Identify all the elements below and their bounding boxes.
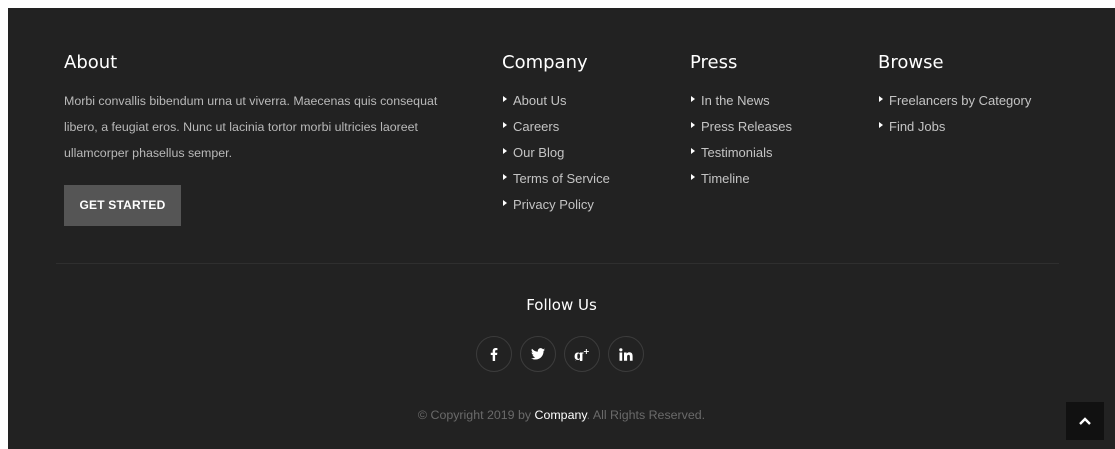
footer-link-timeline[interactable]: Timeline [690, 166, 792, 192]
footer-link-testimonials[interactable]: Testimonials [690, 140, 792, 166]
footer-link-in-the-news[interactable]: In the News [690, 88, 792, 114]
chevron-up-icon [1079, 417, 1091, 425]
facebook-icon[interactable] [476, 336, 512, 372]
footer-divider [56, 263, 1059, 264]
follow-us-title: Follow Us [526, 296, 597, 314]
footer-link-freelancers-by-category[interactable]: Freelancers by Category [878, 88, 1031, 114]
footer-link-our-blog[interactable]: Our Blog [502, 140, 610, 166]
google-plus-icon[interactable]: g + [564, 336, 600, 372]
bullet-triangle-icon [503, 148, 507, 154]
browse-section: Browse Freelancers by Category Find Jobs [878, 52, 1031, 140]
svg-text:+: + [583, 347, 590, 356]
about-title: About [64, 52, 118, 73]
copyright-text: © Copyright 2019 by Company. All Rights … [417, 408, 706, 422]
site-footer: About Morbi convallis bibendum urna ut v… [8, 8, 1115, 449]
browse-links: Freelancers by Category Find Jobs [878, 88, 1031, 140]
footer-link-careers[interactable]: Careers [502, 114, 610, 140]
bullet-triangle-icon [879, 122, 883, 128]
bullet-triangle-icon [691, 148, 695, 154]
bullet-triangle-icon [879, 96, 883, 102]
back-to-top-button[interactable] [1066, 402, 1104, 440]
bullet-triangle-icon [503, 200, 507, 206]
footer-link-find-jobs[interactable]: Find Jobs [878, 114, 1031, 140]
bullet-triangle-icon [503, 174, 507, 180]
bullet-triangle-icon [691, 122, 695, 128]
social-links: g + [476, 336, 646, 372]
bullet-triangle-icon [503, 96, 507, 102]
about-section: About Morbi convallis bibendum urna ut v… [64, 52, 474, 226]
footer-link-about-us[interactable]: About Us [502, 88, 610, 114]
linkedin-icon[interactable] [608, 336, 644, 372]
get-started-button[interactable]: GET STARTED [64, 185, 181, 226]
about-text: Morbi convallis bibendum urna ut viverra… [64, 94, 438, 160]
footer-link-privacy-policy[interactable]: Privacy Policy [502, 192, 610, 218]
footer-link-press-releases[interactable]: Press Releases [690, 114, 792, 140]
copyright-brand-link[interactable]: Company [535, 408, 587, 422]
press-section: Press In the News Press Releases Testimo… [690, 52, 792, 192]
browse-title: Browse [878, 52, 944, 73]
footer-link-terms-of-service[interactable]: Terms of Service [502, 166, 610, 192]
press-links: In the News Press Releases Testimonials … [690, 88, 792, 192]
company-section: Company About Us Careers Our Blog Terms … [502, 52, 610, 218]
company-links: About Us Careers Our Blog Terms of Servi… [502, 88, 610, 218]
bullet-triangle-icon [503, 122, 507, 128]
press-title: Press [690, 52, 738, 73]
company-title: Company [502, 52, 588, 73]
bullet-triangle-icon [691, 96, 695, 102]
bullet-triangle-icon [691, 174, 695, 180]
twitter-icon[interactable] [520, 336, 556, 372]
